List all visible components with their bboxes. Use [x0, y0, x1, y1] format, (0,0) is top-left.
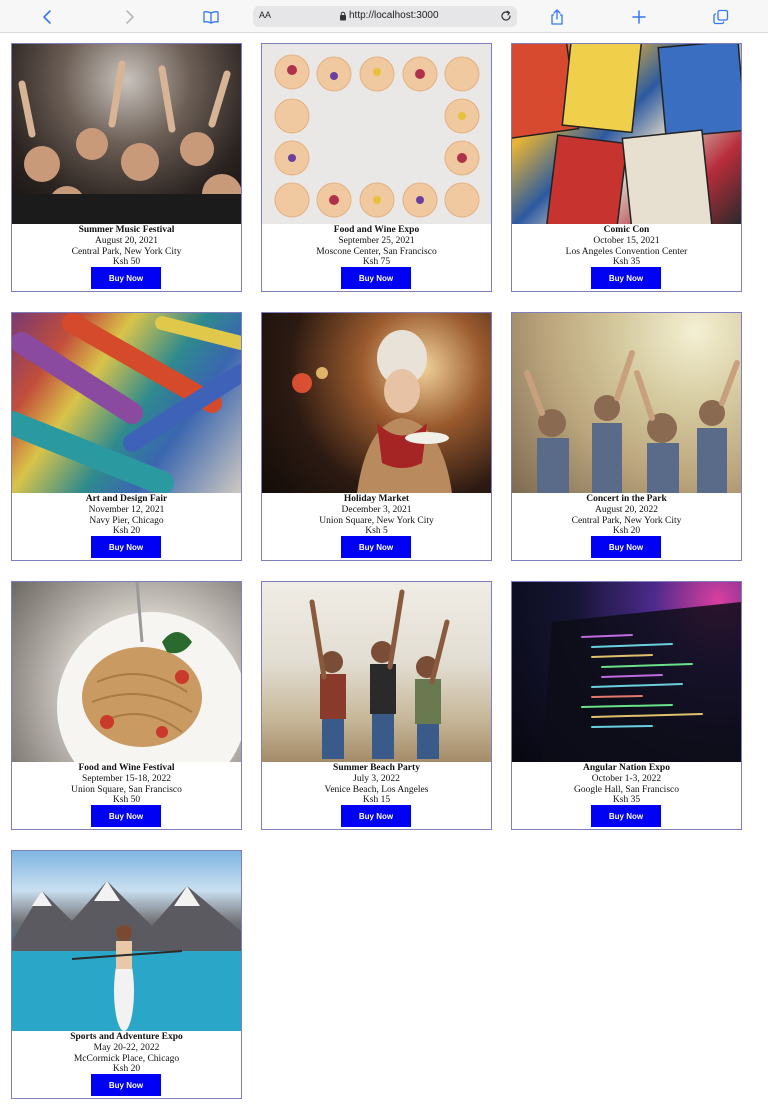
event-location: Union Square, New York City [319, 515, 434, 526]
event-location: Central Park, New York City [71, 246, 182, 257]
event-date: December 3, 2021 [341, 504, 412, 515]
tabs-button[interactable] [708, 4, 734, 30]
event-card: Art and Design Fair November 12, 2021 Na… [11, 312, 242, 561]
comic-books-graphic [512, 44, 741, 224]
event-image-food [262, 44, 491, 224]
event-image-comics [512, 44, 741, 224]
event-card: Sports and Adventure Expo May 20-22, 202… [11, 850, 242, 1099]
event-title: Food and Wine Festival [78, 763, 175, 773]
event-image-beach-party [262, 582, 491, 762]
event-card: Food and Wine Expo September 25, 2021 Mo… [261, 43, 492, 292]
dancing-crowd-graphic [524, 350, 740, 493]
event-card: Food and Wine Festival September 15-18, … [11, 581, 242, 830]
event-location: McCormick Place, Chicago [73, 1053, 180, 1064]
event-title: Sports and Adventure Expo [70, 1032, 183, 1042]
buy-now-button[interactable]: Buy Now [591, 805, 661, 827]
new-tab-button[interactable] [626, 4, 652, 30]
event-date: August 20, 2022 [594, 504, 659, 515]
event-image-pasta [12, 582, 241, 762]
url-text: http://localhost:3000 [349, 10, 439, 21]
tabs-icon [713, 9, 729, 25]
event-date: September 15-18, 2022 [82, 773, 171, 784]
event-location: Central Park, New York City [571, 515, 682, 526]
event-image-paintbrushes [12, 313, 241, 493]
event-image-kayak [12, 851, 241, 1031]
festival-crowd-graphic [12, 60, 241, 224]
chevron-right-icon [126, 10, 134, 24]
buy-now-button[interactable]: Buy Now [341, 805, 411, 827]
event-image-crowd [12, 44, 241, 224]
lock-icon [340, 11, 346, 21]
text-size-button[interactable]: AA [259, 10, 271, 20]
share-button[interactable] [544, 4, 570, 30]
chevron-left-icon [43, 10, 51, 24]
event-title: Holiday Market [343, 494, 410, 504]
reload-icon[interactable] [499, 9, 513, 23]
pasta-plate-graphic [57, 582, 241, 762]
forward-button[interactable] [116, 4, 142, 30]
event-card: Angular Nation Expo October 1-3, 2022 Go… [511, 581, 742, 830]
buy-now-button[interactable]: Buy Now [341, 267, 411, 289]
book-icon [203, 11, 219, 24]
plus-icon [632, 10, 646, 24]
kayak-lake-graphic [12, 881, 241, 1031]
buy-now-button[interactable]: Buy Now [91, 536, 161, 558]
event-location: Google Hall, San Francisco [573, 784, 679, 795]
event-location: Moscone Center, San Francisco [316, 246, 437, 257]
event-image-concert-crowd [512, 313, 741, 493]
event-image-laptop-code [512, 582, 741, 762]
event-card: Summer Music Festival August 20, 2021 Ce… [11, 43, 242, 292]
event-title: Summer Beach Party [333, 763, 420, 773]
event-location: Union Square, San Francisco [71, 784, 182, 795]
event-location: Los Angeles Convention Center [565, 246, 688, 257]
event-date: September 25, 2021 [338, 235, 415, 246]
event-title: Art and Design Fair [85, 494, 168, 504]
event-date: October 1-3, 2022 [591, 773, 662, 784]
event-title: Summer Music Festival [78, 225, 175, 235]
event-location: Venice Beach, Los Angeles [324, 784, 429, 795]
event-card: Comic Con October 15, 2021 Los Angeles C… [511, 43, 742, 292]
event-image-holiday [262, 313, 491, 493]
event-title: Concert in the Park [586, 494, 667, 504]
browser-toolbar: AA http://localhost:3000 [0, 0, 768, 33]
address-bar[interactable]: AA http://localhost:3000 [253, 6, 517, 27]
event-date: July 3, 2022 [353, 773, 400, 784]
buy-now-button[interactable]: Buy Now [91, 805, 161, 827]
events-grid: Summer Music Festival August 20, 2021 Ce… [11, 43, 742, 1099]
event-title: Comic Con [603, 225, 650, 235]
buy-now-button[interactable]: Buy Now [591, 267, 661, 289]
event-date: August 20, 2021 [94, 235, 159, 246]
laptop-code-graphic [542, 602, 741, 762]
event-card: Concert in the Park August 20, 2022 Cent… [511, 312, 742, 561]
event-title: Angular Nation Expo [583, 763, 670, 773]
buy-now-button[interactable]: Buy Now [591, 536, 661, 558]
paintbrushes-graphic [12, 313, 241, 493]
buy-now-button[interactable]: Buy Now [91, 267, 161, 289]
event-title: Food and Wine Expo [333, 225, 420, 235]
event-location: Navy Pier, Chicago [89, 515, 164, 526]
event-date: November 12, 2021 [88, 504, 165, 515]
bookmarks-button[interactable] [198, 4, 224, 30]
event-card: Summer Beach Party July 3, 2022 Venice B… [261, 581, 492, 830]
buy-now-button[interactable]: Buy Now [91, 1074, 161, 1096]
event-date: October 15, 2021 [593, 235, 660, 246]
event-date: May 20-22, 2022 [93, 1042, 160, 1053]
buy-now-button[interactable]: Buy Now [341, 536, 411, 558]
share-icon [551, 9, 563, 25]
holiday-woman-graphic [292, 330, 452, 493]
food-plates-graphic [274, 54, 480, 218]
beach-friends-graphic [309, 589, 450, 759]
back-button[interactable] [35, 4, 61, 30]
event-card: Holiday Market December 3, 2021 Union Sq… [261, 312, 492, 561]
